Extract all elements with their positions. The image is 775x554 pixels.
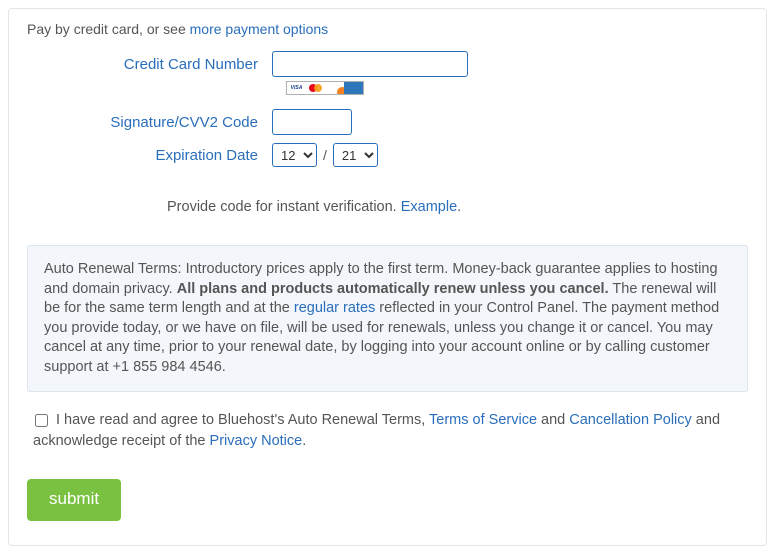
amex-icon <box>344 82 363 94</box>
row-exp: Expiration Date 12 / 21 <box>27 143 748 167</box>
cvv-input[interactable] <box>272 109 352 135</box>
verify-row: Provide code for instant verification. E… <box>167 199 748 215</box>
terms-bold: All plans and products automatically ren… <box>177 281 609 297</box>
discover-icon <box>325 82 344 94</box>
privacy-link[interactable]: Privacy Notice <box>210 433 303 449</box>
tos-link[interactable]: Terms of Service <box>429 412 537 428</box>
mastercard-icon <box>306 82 325 94</box>
label-cc: Credit Card Number <box>27 56 272 73</box>
submit-button[interactable]: submit <box>27 479 121 521</box>
label-exp: Expiration Date <box>27 147 272 164</box>
credit-card-input[interactable] <box>272 51 468 77</box>
intro-text: Pay by credit card, or see more payment … <box>27 21 748 37</box>
payment-panel: Pay by credit card, or see more payment … <box>8 8 767 546</box>
visa-icon: VISA <box>287 82 306 94</box>
agree-checkbox[interactable] <box>35 414 48 427</box>
cancellation-link[interactable]: Cancellation Policy <box>569 412 692 428</box>
row-cvv: Signature/CVV2 Code <box>27 109 748 135</box>
exp-year-select[interactable]: 21 <box>333 143 378 167</box>
label-cvv: Signature/CVV2 Code <box>27 114 272 131</box>
verify-text: Provide code for instant verification. <box>167 199 401 215</box>
exp-slash: / <box>323 147 327 163</box>
agree-a2: and <box>537 412 569 428</box>
exp-month-select[interactable]: 12 <box>272 143 317 167</box>
agree-a4: . <box>302 433 306 449</box>
example-link[interactable]: Example <box>401 199 457 215</box>
row-cc: Credit Card Number <box>27 51 748 77</box>
intro-prefix: Pay by credit card, or see <box>27 21 190 37</box>
more-payment-options-link[interactable]: more payment options <box>190 21 329 37</box>
verify-dot: . <box>457 199 461 215</box>
agree-row: I have read and agree to Bluehost's Auto… <box>27 410 748 451</box>
card-icons: VISA <box>286 81 364 95</box>
regular-rates-link[interactable]: regular rates <box>294 300 375 316</box>
auto-renewal-terms: Auto Renewal Terms: Introductory prices … <box>27 245 748 392</box>
agree-a1: I have read and agree to Bluehost's Auto… <box>56 412 429 428</box>
